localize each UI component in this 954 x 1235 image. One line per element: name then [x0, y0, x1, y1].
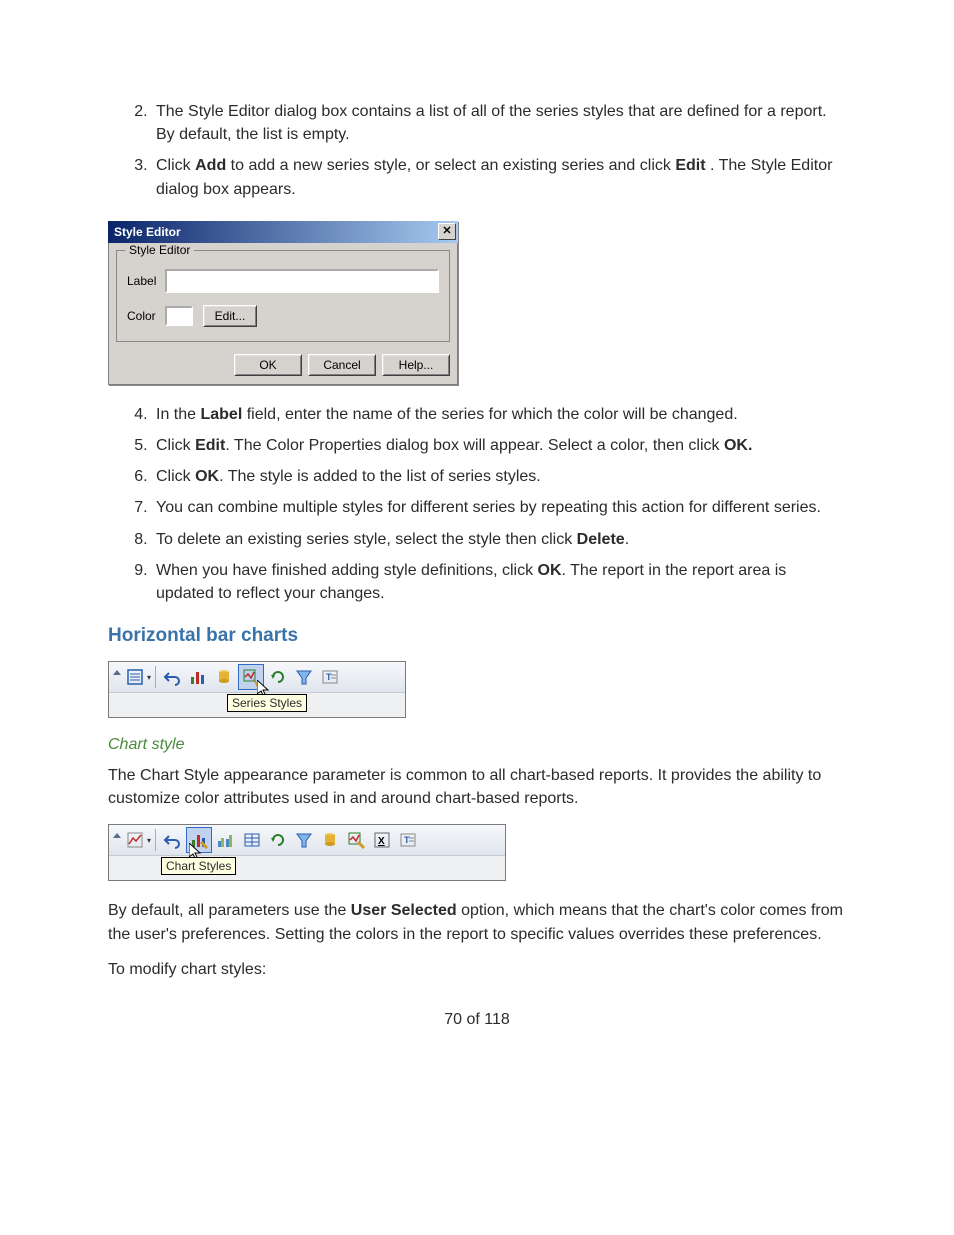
list-icon[interactable] [123, 665, 147, 689]
help-button[interactable]: Help... [382, 354, 450, 376]
series-styles-icon[interactable] [238, 664, 264, 690]
separator [155, 666, 156, 688]
table-icon[interactable] [240, 828, 264, 852]
chart-styles-icon[interactable] [186, 827, 212, 853]
document-page: The Style Editor dialog box contains a l… [0, 0, 954, 1235]
line-chart-icon[interactable] [123, 828, 147, 852]
close-button[interactable]: ✕ [438, 223, 456, 240]
toolbar-handle[interactable] [113, 665, 119, 689]
refresh-icon[interactable] [266, 665, 290, 689]
step-9: When you have finished adding style defi… [152, 559, 846, 605]
cylinder-icon[interactable] [318, 828, 342, 852]
close-icon: ✕ [442, 226, 451, 237]
color-swatch[interactable] [165, 306, 193, 326]
toolbar-chart-style: ▾ [108, 824, 506, 881]
step-8: To delete an existing series style, sele… [152, 528, 846, 551]
edit-color-button[interactable]: Edit... [203, 305, 257, 327]
x-box-icon[interactable]: X [370, 828, 394, 852]
page-number: 70 of 118 [108, 1011, 846, 1029]
para-chart-style: The Chart Style appearance parameter is … [108, 764, 846, 810]
undo-icon[interactable] [160, 828, 184, 852]
group-title: Style Editor [125, 243, 194, 257]
dropdown-icon[interactable]: ▾ [147, 836, 151, 845]
cylinder-icon[interactable] [212, 665, 236, 689]
svg-text:T: T [326, 672, 332, 682]
section-heading: Horizontal bar charts [108, 625, 846, 647]
label-label: Label [127, 274, 165, 288]
dialog-title: Style Editor [114, 225, 181, 239]
filter-icon[interactable] [292, 665, 316, 689]
step-7: You can combine multiple styles for diff… [152, 496, 846, 519]
toolbar-horizontal-bar: ▾ [108, 661, 406, 718]
step-5: Click Edit. The Color Properties dialog … [152, 434, 846, 457]
refresh-icon[interactable] [266, 828, 290, 852]
step-2: The Style Editor dialog box contains a l… [152, 100, 846, 146]
color-label: Color [127, 309, 165, 323]
grouped-bar-icon[interactable] [214, 828, 238, 852]
para-modify-intro: To modify chart styles: [108, 958, 846, 981]
text-box-icon[interactable]: T [396, 828, 420, 852]
ok-button[interactable]: OK [234, 354, 302, 376]
instruction-list-b: In the Label field, enter the name of th… [108, 403, 846, 605]
dialog-titlebar: Style Editor ✕ [108, 221, 458, 243]
dropdown-icon[interactable]: ▾ [147, 673, 151, 682]
separator [155, 829, 156, 851]
tooltip-series-styles: Series Styles [227, 694, 307, 712]
svg-text:T: T [404, 835, 410, 845]
filter-icon[interactable] [292, 828, 316, 852]
toolbar-handle[interactable] [113, 828, 119, 852]
label-input[interactable] [165, 269, 439, 293]
step-3: Click Add to add a new series style, or … [152, 154, 846, 200]
step-6: Click OK. The style is added to the list… [152, 465, 846, 488]
text-box-icon[interactable]: T [318, 665, 342, 689]
tooltip-chart-styles: Chart Styles [161, 857, 236, 875]
style-editor-dialog: Style Editor ✕ Style Editor Label Color … [108, 221, 458, 385]
step-4: In the Label field, enter the name of th… [152, 403, 846, 426]
para-user-selected: By default, all parameters use the User … [108, 899, 846, 945]
bar-chart-icon[interactable] [186, 665, 210, 689]
subsection-heading: Chart style [108, 736, 846, 754]
svg-text:X: X [378, 836, 385, 847]
cancel-button[interactable]: Cancel [308, 354, 376, 376]
series-styles-icon[interactable] [344, 828, 368, 852]
instruction-list-a: The Style Editor dialog box contains a l… [108, 100, 846, 201]
undo-icon[interactable] [160, 665, 184, 689]
style-editor-group: Style Editor Label Color Edit... [116, 250, 450, 342]
